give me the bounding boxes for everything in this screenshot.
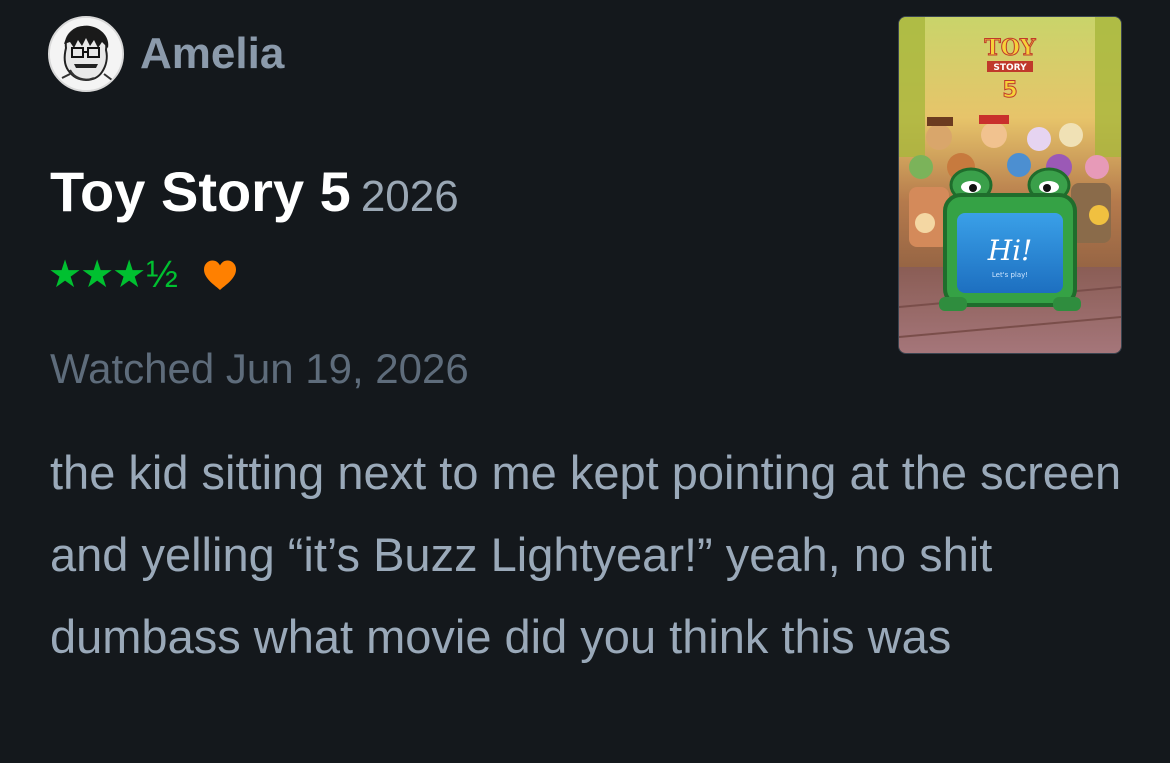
film-heading: Toy Story 5 2026 xyxy=(50,160,459,239)
svg-text:TOY: TOY xyxy=(984,35,1036,61)
film-poster[interactable]: TOY STORY 5 Hi! Let's play! xyxy=(898,16,1122,354)
svg-text:Let's play!: Let's play! xyxy=(992,271,1028,279)
svg-text:Hi!: Hi! xyxy=(987,234,1033,267)
username[interactable]: Amelia xyxy=(140,28,284,80)
review-card: Amelia Toy Story 5 2026 ★★★½ Watched Jun … xyxy=(0,0,1170,763)
star-rating: ★★★½ xyxy=(48,252,178,298)
rating-row: ★★★½ xyxy=(48,252,238,298)
user-avatar[interactable] xyxy=(48,16,124,92)
sketch-portrait-avatar-icon xyxy=(50,18,122,90)
watched-date: Watched Jun 19, 2026 xyxy=(50,345,469,392)
review-text: the kid sitting next to me kept pointing… xyxy=(50,446,1122,663)
svg-text:STORY: STORY xyxy=(993,63,1027,73)
half-star-icon: ½ xyxy=(146,254,178,296)
svg-text:5: 5 xyxy=(1002,78,1017,103)
film-title[interactable]: Toy Story 5 xyxy=(50,160,351,223)
heart-icon xyxy=(203,260,236,290)
film-year[interactable]: 2026 xyxy=(361,172,459,221)
poster-artwork: TOY STORY 5 Hi! Let's play! xyxy=(899,17,1121,353)
stars-icon: ★★★ xyxy=(48,254,146,296)
